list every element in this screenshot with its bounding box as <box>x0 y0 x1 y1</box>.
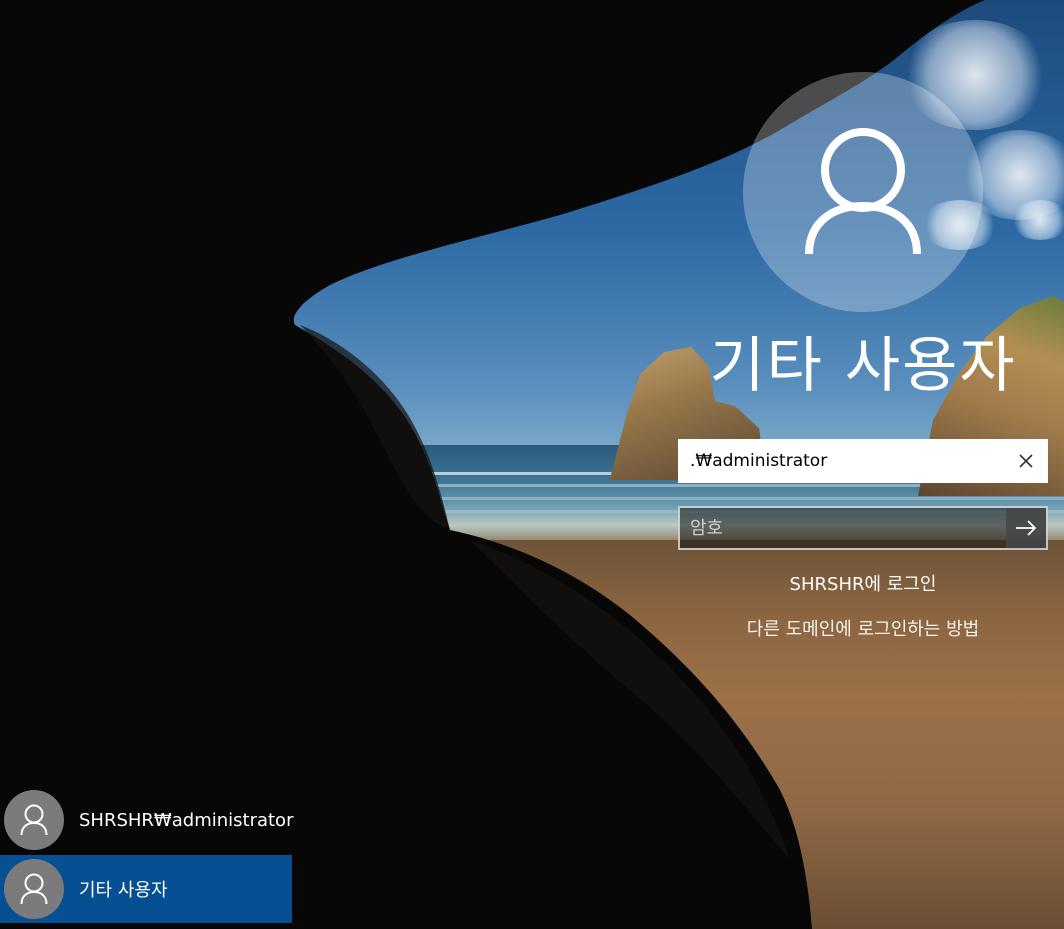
username-input[interactable] <box>690 441 1006 481</box>
close-icon <box>1019 454 1033 468</box>
avatar <box>4 859 64 919</box>
user-avatar-large <box>743 72 983 312</box>
clear-username-button[interactable] <box>1010 445 1042 477</box>
username-field[interactable] <box>678 439 1048 483</box>
password-field[interactable] <box>678 506 1048 550</box>
submit-button[interactable] <box>1006 508 1046 548</box>
person-outline-icon <box>20 804 48 836</box>
user-list-item-label: 기타 사용자 <box>79 880 168 901</box>
user-list-item-label: SHRSHR₩administrator <box>79 809 294 831</box>
user-list-item[interactable]: SHRSHR₩administrator <box>0 786 294 854</box>
user-title: 기타 사용자 <box>709 331 1017 401</box>
avatar <box>4 790 64 850</box>
arrow-right-icon <box>1016 520 1037 536</box>
other-domain-link[interactable]: 다른 도메인에 로그인하는 방법 <box>690 615 1036 641</box>
password-input[interactable] <box>690 508 1000 548</box>
person-outline-icon <box>20 873 48 905</box>
person-outline-icon <box>805 128 921 255</box>
user-list-item-selected[interactable]: 기타 사용자 <box>0 855 292 923</box>
sign-in-to-domain: SHRSHR에 로그인 <box>789 574 937 595</box>
